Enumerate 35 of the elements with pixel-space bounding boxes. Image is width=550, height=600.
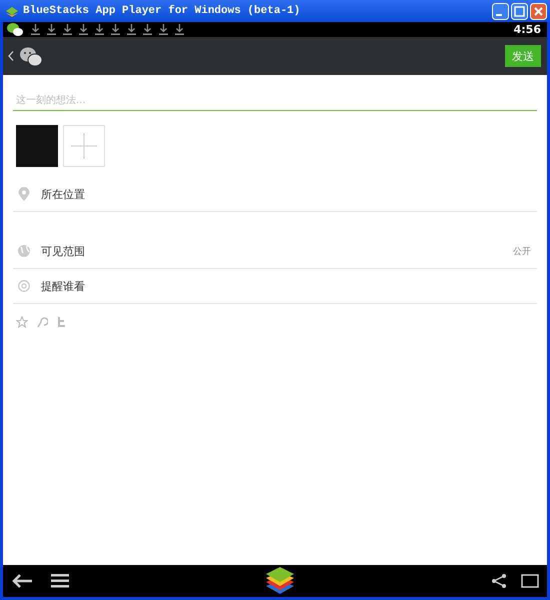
close-icon[interactable] (530, 2, 547, 20)
row-value: 公开 (513, 246, 531, 258)
maximize-icon[interactable] (511, 2, 528, 20)
app-logo-icon (5, 5, 19, 17)
back-arrow-icon[interactable] (11, 573, 33, 589)
fullscreen-icon[interactable] (521, 573, 539, 589)
status-time: 4:56 (514, 23, 541, 36)
row-label: 提醒谁看 (41, 278, 85, 294)
list-row[interactable]: 所在位置 (13, 177, 537, 212)
download-icon (175, 24, 184, 35)
minimize-icon[interactable] (492, 2, 509, 20)
text-input-field[interactable]: 这一刻的想法... (13, 93, 537, 111)
star-icon[interactable] (16, 316, 28, 328)
chat-bubbles-icon (7, 22, 24, 37)
list-row[interactable]: 提醒谁看 (13, 269, 537, 304)
chat-bubbles-icon (20, 46, 42, 66)
stacked-layers-icon[interactable] (264, 566, 296, 596)
back-chevron-icon[interactable] (8, 51, 14, 61)
download-icon (159, 24, 168, 35)
download-icon (143, 24, 152, 35)
location-pin-icon (18, 187, 30, 201)
download-icon (63, 24, 72, 35)
row-label: 所在位置 (41, 186, 85, 202)
globe-icon (18, 244, 30, 258)
window-title: BlueStacks App Player for Windows (beta-1) (23, 5, 302, 17)
download-icon (127, 24, 136, 35)
menu-icon[interactable] (51, 574, 69, 588)
download-icon (47, 24, 56, 35)
row-label: 可见范围 (41, 244, 85, 258)
download-icon (31, 24, 40, 35)
list-row[interactable]: 可见范围 公开 (13, 234, 537, 269)
download-icon (95, 24, 104, 35)
share-icon[interactable] (491, 573, 507, 589)
download-icon (111, 24, 120, 35)
download-icon (79, 24, 88, 35)
